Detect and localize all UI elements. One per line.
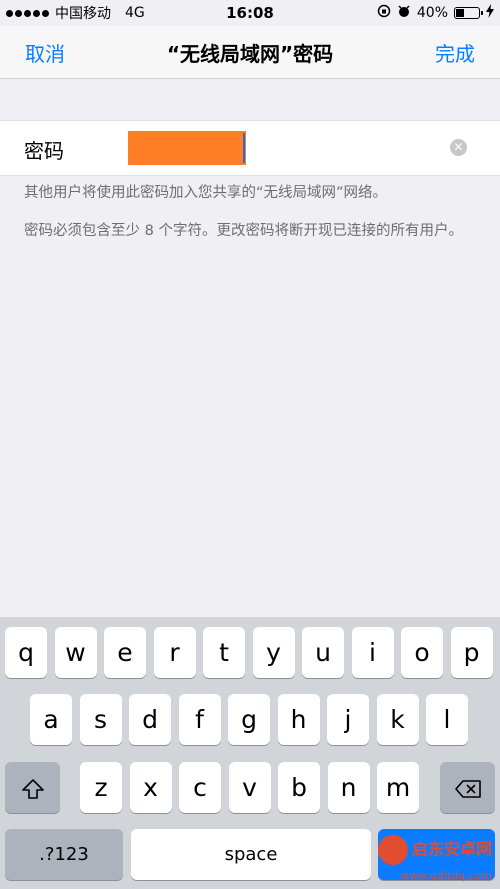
space-key[interactable]: space [131,829,371,880]
keyboard: qwertyuiop asdfghjkl zxcvbnm .?123 space… [0,617,500,889]
share-info-text: 其他用户将使用此密码加入您共享的“无线局域网”网络。 [24,185,388,201]
key-l[interactable]: l [426,694,468,745]
alarm-icon [397,4,411,22]
key-g[interactable]: g [228,694,270,745]
text-cursor [243,133,245,163]
key-t[interactable]: t [203,627,245,678]
navigation-bar: 取消 “无线局域网”密码 完成 [0,26,500,79]
page-title: “无线局域网”密码 [166,41,334,66]
key-h[interactable]: h [277,694,320,745]
key-z[interactable]: z [80,762,122,813]
shift-key[interactable] [5,762,60,813]
battery-percent: 40% [416,5,448,21]
key-o[interactable]: o [401,627,443,678]
password-requirement-text: 密码必须包含至少 8 个字符。更改密码将断开现已连接的所有用户。 [24,223,463,239]
key-a[interactable]: a [30,694,72,745]
key-e[interactable]: e [104,627,146,678]
password-row: 密码 ✕ [0,120,500,176]
status-right: 40% [377,4,494,22]
backspace-icon [454,773,482,802]
key-r[interactable]: r [153,627,196,678]
orientation-lock-icon [377,4,391,22]
key-q[interactable]: q [5,627,47,678]
status-bar: 中国移动 4G 16:08 40% [0,0,500,26]
watermark: 启东安卓网 www.qdltdq.com [377,835,492,885]
key-v[interactable]: v [228,762,271,813]
key-k[interactable]: k [376,694,419,745]
backspace-key[interactable] [440,762,495,813]
key-m[interactable]: m [377,762,419,813]
watermark-logo-icon [377,835,408,865]
clear-icon[interactable]: ✕ [450,139,467,156]
key-b[interactable]: b [278,762,320,813]
charging-bolt-icon [486,4,494,22]
key-p[interactable]: p [450,627,493,678]
battery-icon [454,7,483,19]
key-w[interactable]: w [54,627,97,678]
password-label: 密码 [24,139,64,163]
watermark-brand: 启东安卓网 [411,839,492,859]
key-i[interactable]: i [351,627,394,678]
password-field[interactable] [128,131,246,165]
key-f[interactable]: f [178,694,221,745]
numbers-key[interactable]: .?123 [5,829,123,880]
key-u[interactable]: u [302,627,344,678]
shift-icon [21,773,45,802]
key-s[interactable]: s [79,694,122,745]
done-button[interactable]: 完成 [435,38,475,67]
key-d[interactable]: d [129,694,171,745]
key-x[interactable]: x [129,762,172,813]
key-j[interactable]: j [327,694,369,745]
key-c[interactable]: c [179,762,221,813]
watermark-url: www.qdltdq.com [400,869,492,882]
cancel-button[interactable]: 取消 [25,38,65,67]
key-n[interactable]: n [327,762,370,813]
key-y[interactable]: y [252,627,295,678]
